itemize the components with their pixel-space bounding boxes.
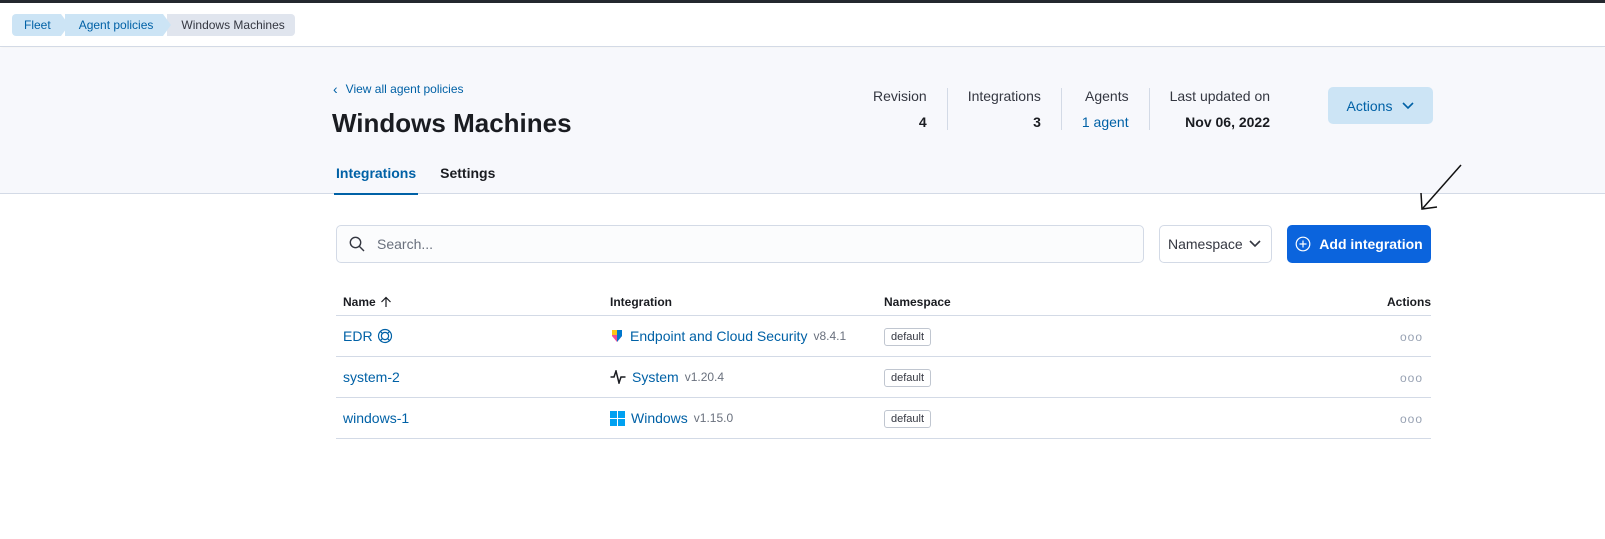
more-actions-icon[interactable]: ooo [1400, 371, 1423, 385]
breadcrumb-current: Windows Machines [167, 14, 295, 36]
annotation-arrow-icon [1420, 164, 1462, 210]
namespace-filter[interactable]: Namespace [1159, 225, 1272, 263]
windows-logo-icon [610, 410, 625, 426]
add-integration-label: Add integration [1319, 236, 1423, 252]
integration-link[interactable]: Endpoint and Cloud Security [630, 328, 807, 344]
add-integration-button[interactable]: Add integration [1287, 225, 1431, 263]
breadcrumb-fleet[interactable]: Fleet [12, 14, 69, 36]
arrow-up-icon [380, 296, 391, 307]
chevron-down-icon [1402, 101, 1415, 109]
stat-agents: Agents 1 agent [1060, 88, 1149, 130]
stat-last-updated-value: Nov 06, 2022 [1185, 114, 1271, 130]
column-header-actions: Actions [1386, 294, 1431, 309]
chevron-left-icon: ‹ [333, 81, 338, 97]
table-row: system-2 System v1.20.4 default ooo [336, 357, 1431, 398]
stat-integrations-value: 3 [1033, 114, 1041, 130]
stat-revision-value: 4 [918, 114, 927, 130]
plus-in-circle-icon [1295, 236, 1311, 252]
row-namespace-cell: default [884, 368, 1284, 387]
policy-name-link[interactable]: system-2 [343, 369, 400, 385]
back-link-label: View all agent policies [345, 82, 464, 96]
managed-policy-icon [377, 328, 392, 344]
integration-version: v1.15.0 [693, 411, 734, 425]
breadcrumb: Fleet Agent policies Windows Machines [12, 14, 295, 36]
stat-agents-label: Agents [1085, 88, 1129, 104]
stat-revision-label: Revision [873, 88, 927, 104]
tab-settings[interactable]: Settings [438, 165, 497, 195]
page-title: Windows Machines [332, 108, 572, 138]
table-row: EDR Endpoint and Cloud Security v8.4.1 d… [336, 316, 1431, 357]
system-pulse-icon [610, 370, 626, 384]
actions-button-label: Actions [1346, 97, 1393, 114]
actions-button[interactable]: Actions [1328, 87, 1433, 124]
namespace-badge: default [884, 327, 932, 346]
stat-integrations-label: Integrations [967, 88, 1041, 104]
row-actions-cell: ooo [1284, 369, 1431, 385]
integration-link[interactable]: System [632, 369, 679, 385]
stat-integrations: Integrations 3 [946, 88, 1061, 130]
tab-integrations[interactable]: Integrations [334, 165, 419, 195]
namespace-filter-label: Namespace [1168, 236, 1243, 252]
column-header-namespace: Namespace [884, 294, 951, 309]
row-integration-cell: System v1.20.4 [610, 369, 884, 385]
row-name-cell: windows-1 [336, 410, 610, 426]
policy-name-link[interactable]: EDR [343, 328, 373, 344]
row-integration-cell: Windows v1.15.0 [610, 410, 884, 426]
row-name-cell: system-2 [336, 369, 610, 385]
integration-version: v8.4.1 [813, 329, 847, 343]
stat-last-updated: Last updated on Nov 06, 2022 [1148, 88, 1290, 130]
column-header-name[interactable]: Name [336, 295, 610, 309]
row-namespace-cell: default [884, 327, 1284, 346]
more-actions-icon[interactable]: ooo [1400, 330, 1423, 344]
table-header: Name Integration Namespace Actions [336, 288, 1431, 316]
row-namespace-cell: default [884, 409, 1284, 428]
table-row: windows-1 Windows v1.15.0 default ooo [336, 398, 1431, 439]
elastic-security-icon [612, 330, 622, 342]
row-actions-cell: ooo [1284, 328, 1431, 344]
chevron-down-icon [1249, 240, 1261, 248]
more-actions-icon[interactable]: ooo [1400, 412, 1423, 426]
row-integration-cell: Endpoint and Cloud Security v8.4.1 [610, 328, 884, 344]
column-header-integration: Integration [610, 294, 672, 309]
namespace-badge: default [884, 409, 932, 428]
search-input[interactable]: Search... [336, 225, 1144, 263]
integrations-table: Name Integration Namespace Actions EDR E… [336, 288, 1431, 439]
stat-revision: Revision 4 [853, 88, 947, 130]
header-bar: Fleet Agent policies Windows Machines [0, 3, 1605, 47]
tab-bar: Integrations Settings [334, 165, 497, 195]
column-header-name-label: Name [343, 294, 376, 309]
breadcrumb-agent-policies[interactable]: Agent policies [64, 14, 172, 36]
namespace-badge: default [884, 368, 932, 387]
stat-agents-link[interactable]: 1 agent [1082, 114, 1129, 130]
search-placeholder: Search... [377, 236, 434, 252]
row-actions-cell: ooo [1284, 410, 1431, 426]
back-link[interactable]: ‹ View all agent policies [333, 82, 464, 96]
policy-name-link[interactable]: windows-1 [343, 410, 409, 426]
integration-version: v1.20.4 [684, 370, 725, 384]
integration-link[interactable]: Windows [631, 410, 688, 426]
row-name-cell: EDR [336, 328, 610, 344]
search-icon [349, 236, 365, 252]
stat-last-updated-label: Last updated on [1169, 88, 1271, 104]
policy-stats: Revision 4 Integrations 3 Agents 1 agent… [853, 88, 1290, 130]
